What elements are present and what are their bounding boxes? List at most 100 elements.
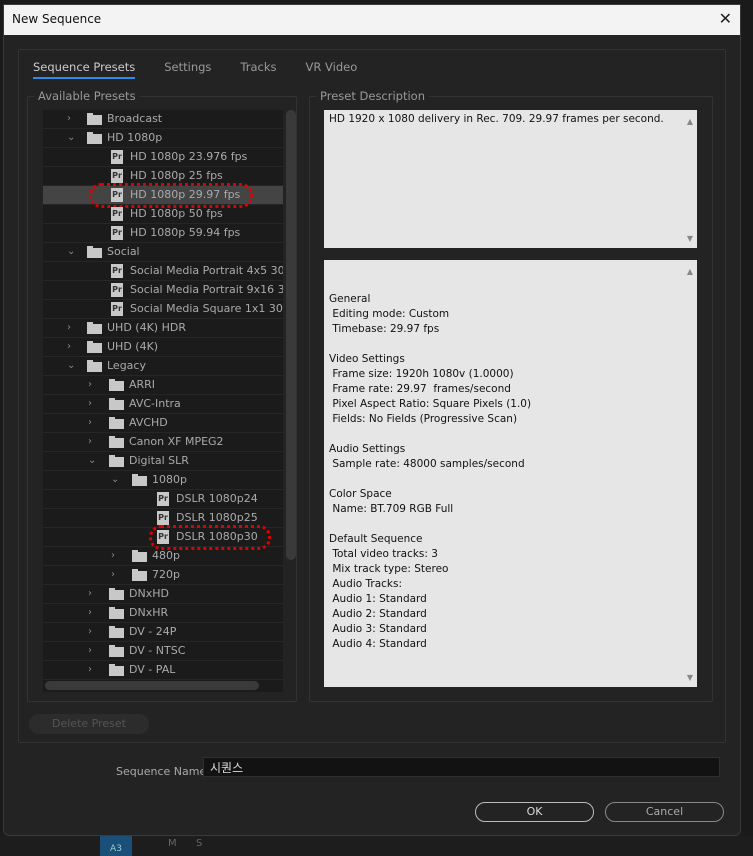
tree-item[interactable]: Pr HD 1080p 29.97 fps <box>43 183 283 208</box>
tree-item[interactable]: ⌄ Digital SLR <box>43 452 283 471</box>
chevron-right-icon[interactable]: › <box>88 623 92 641</box>
chevron-right-icon[interactable]: › <box>88 395 92 413</box>
available-presets-label: Available Presets <box>34 89 140 103</box>
tree-item[interactable]: Pr DSLR 1080p24 <box>43 490 283 509</box>
tab-settings[interactable]: Settings <box>164 60 211 79</box>
chevron-right-icon[interactable]: › <box>88 585 92 603</box>
tree-item[interactable]: › UHD (4K) HDR <box>43 319 283 338</box>
solo-button[interactable]: S <box>196 838 202 849</box>
preset-tree[interactable]: › Broadcast ⌄ HD 1080p Pr HD 1080p 23.976 fps… <box>43 110 283 692</box>
tree-item-label: HD 1080p 59.94 fps <box>130 226 241 239</box>
premiere-preset-icon: Pr <box>111 226 123 240</box>
tree-item-label: DV - PAL <box>129 663 176 676</box>
tree-item-label: HD 1080p <box>107 131 163 144</box>
tree-item[interactable]: › 720p <box>43 566 283 585</box>
scroll-up-icon[interactable]: ▲ <box>687 114 693 129</box>
tree-item-label: Social Media Portrait 4x5 30 fps <box>130 264 283 277</box>
tree-item-label: DSLR 1080p24 <box>176 492 258 505</box>
tree-item[interactable]: › UHD (4K) <box>43 338 283 357</box>
tree-item[interactable]: Pr Social Media Portrait 4x5 30 fps <box>43 262 283 281</box>
tree-item[interactable]: › DV - PAL <box>43 661 283 680</box>
tree-item-label: Social <box>107 245 140 258</box>
ok-button[interactable]: OK <box>475 802 594 822</box>
tree-item[interactable]: Pr Social Media Portrait 9x16 30 fps <box>43 281 283 300</box>
tree-item[interactable]: › 480p <box>43 547 283 566</box>
folder-icon <box>109 664 124 676</box>
tree-item-label: UHD (4K) <box>107 340 159 353</box>
scroll-up-icon[interactable]: ▲ <box>687 264 693 279</box>
chevron-down-icon[interactable]: ⌄ <box>111 471 119 489</box>
sequence-name-input[interactable]: 시퀀스 <box>203 757 720 777</box>
tree-item[interactable]: Pr DSLR 1080p30 <box>43 525 283 550</box>
tree-item[interactable]: › AVC-Intra <box>43 395 283 414</box>
folder-icon <box>87 246 102 258</box>
details-text: General Editing mode: Custom Timebase: 2… <box>329 293 532 650</box>
chevron-right-icon[interactable]: › <box>67 319 71 337</box>
tree-item[interactable]: ⌄ HD 1080p <box>43 129 283 148</box>
chevron-right-icon[interactable]: › <box>88 661 92 679</box>
tab-vr-video[interactable]: VR Video <box>306 60 358 79</box>
title-bar: New Sequence ✕ <box>4 5 740 35</box>
folder-icon <box>109 398 124 410</box>
tab-sequence-presets[interactable]: Sequence Presets <box>33 60 136 79</box>
tab-tracks[interactable]: Tracks <box>240 60 276 79</box>
tree-item[interactable]: › AVCHD <box>43 414 283 433</box>
tree-item[interactable]: › ARRI <box>43 376 283 395</box>
folder-icon <box>132 474 147 486</box>
folder-icon <box>87 132 102 144</box>
tree-horizontal-scrollbar[interactable] <box>45 681 259 690</box>
window-title: New Sequence <box>12 12 102 26</box>
tree-item[interactable]: ⌄ 1080p <box>43 471 283 490</box>
chevron-right-icon[interactable]: › <box>88 433 92 451</box>
tree-item-label: DV - NTSC <box>129 644 186 657</box>
chevron-down-icon[interactable]: ⌄ <box>67 357 75 375</box>
cancel-button[interactable]: Cancel <box>605 802 724 822</box>
chevron-right-icon[interactable]: › <box>67 338 71 356</box>
tree-item[interactable]: ⌄ Legacy <box>43 357 283 376</box>
track-a3[interactable]: A3 <box>100 836 132 856</box>
tree-item[interactable]: › DNxHR <box>43 604 283 623</box>
tree-item-label: DV - 24P <box>129 625 177 638</box>
folder-icon <box>87 113 102 125</box>
close-icon[interactable]: ✕ <box>719 9 732 28</box>
tree-item-label: HD 1080p 23.976 fps <box>130 150 248 163</box>
tree-item[interactable]: › Broadcast <box>43 110 283 129</box>
chevron-right-icon[interactable]: › <box>88 414 92 432</box>
tree-item[interactable]: › DNxHD <box>43 585 283 604</box>
tree-item-label: Broadcast <box>107 112 163 125</box>
chevron-down-icon[interactable]: ⌄ <box>67 129 75 147</box>
tree-item[interactable]: › DV - 24P <box>43 623 283 642</box>
scroll-down-icon[interactable]: ▼ <box>687 670 693 685</box>
chevron-down-icon[interactable]: ⌄ <box>88 452 96 470</box>
tree-item[interactable]: ⌄ Social <box>43 243 283 262</box>
tree-item-label: 1080p <box>152 473 187 486</box>
premiere-preset-icon: Pr <box>111 169 123 183</box>
tree-item-label: Legacy <box>107 359 146 372</box>
mute-button[interactable]: M <box>168 838 177 849</box>
tree-item[interactable]: Pr Social Media Square 1x1 30 fps <box>43 300 283 319</box>
preset-summary: HD 1920 x 1080 delivery in Rec. 709. 29.… <box>324 110 697 248</box>
tree-item[interactable]: › DV - NTSC <box>43 642 283 661</box>
chevron-right-icon[interactable]: › <box>88 642 92 660</box>
folder-icon <box>132 550 147 562</box>
tree-item-label: 480p <box>152 549 180 562</box>
chevron-right-icon[interactable]: › <box>111 547 115 565</box>
tree-item[interactable]: Pr HD 1080p 50 fps <box>43 205 283 224</box>
tree-item-label: DNxHR <box>129 606 169 619</box>
chevron-right-icon[interactable]: › <box>111 566 115 584</box>
tree-item[interactable]: Pr HD 1080p 59.94 fps <box>43 224 283 243</box>
tree-vertical-scrollbar[interactable] <box>286 110 296 560</box>
tree-item[interactable]: › Canon XF MPEG2 <box>43 433 283 452</box>
chevron-down-icon[interactable]: ⌄ <box>67 243 75 261</box>
chevron-right-icon[interactable]: › <box>88 604 92 622</box>
tree-item[interactable]: Pr HD 1080p 23.976 fps <box>43 148 283 167</box>
premiere-preset-icon: Pr <box>111 264 123 278</box>
chevron-right-icon[interactable]: › <box>67 110 71 128</box>
chevron-right-icon[interactable]: › <box>88 376 92 394</box>
tree-item-label: 720p <box>152 568 180 581</box>
folder-icon <box>109 607 124 619</box>
scroll-down-icon[interactable]: ▼ <box>687 231 693 246</box>
summary-text: HD 1920 x 1080 delivery in Rec. 709. 29.… <box>329 113 664 125</box>
tree-item-label: Social Media Square 1x1 30 fps <box>130 302 283 315</box>
delete-preset-button[interactable]: Delete Preset <box>29 714 149 734</box>
